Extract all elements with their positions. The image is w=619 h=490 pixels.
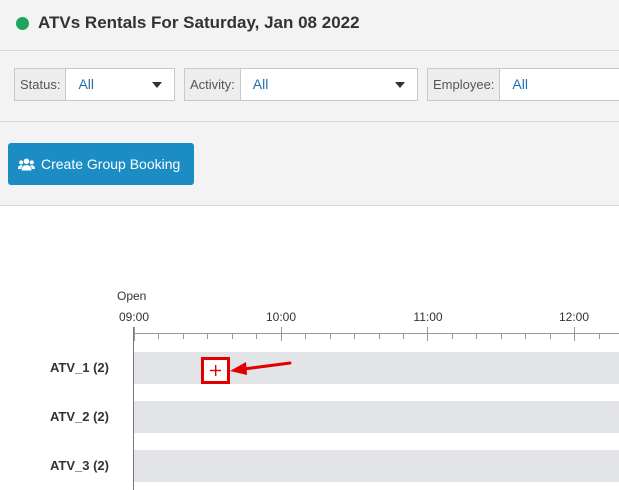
page-header: ATVs Rentals For Saturday, Jan 08 2022 (0, 0, 619, 51)
time-label: 09:00 (118, 310, 150, 324)
minor-tick (476, 333, 477, 339)
minor-tick (550, 333, 551, 339)
red-arrow-annotation (230, 361, 292, 375)
status-filter-label: Status: (15, 69, 67, 100)
major-tick (281, 327, 282, 341)
activity-filter-selected: All (252, 76, 269, 92)
employee-filter-selected: All (512, 76, 528, 92)
minor-tick (232, 333, 233, 339)
major-tick (134, 327, 135, 341)
minor-tick (330, 333, 331, 339)
employee-filter-value[interactable]: All (500, 69, 619, 100)
minor-tick (158, 333, 159, 339)
minor-tick (403, 333, 404, 339)
minor-tick (354, 333, 355, 339)
activity-filter-label: Activity: (185, 69, 241, 100)
plus-icon (210, 365, 221, 376)
minor-tick (525, 333, 526, 339)
create-group-booking-button[interactable]: Create Group Booking (8, 143, 194, 185)
add-booking-button[interactable] (201, 357, 230, 384)
atv-3-schedule-row[interactable] (134, 450, 619, 482)
chevron-down-icon[interactable] (395, 82, 405, 88)
minor-tick (183, 333, 184, 339)
row-label-atv-2: ATV_2 (2) (50, 409, 109, 424)
action-bar: Create Group Booking (0, 122, 619, 206)
users-icon (18, 158, 35, 170)
employee-filter[interactable]: Employee: All (427, 68, 619, 101)
chevron-down-icon[interactable] (152, 82, 162, 88)
timeline: Open 09:00 10:00 11:00 12:00 ATV_1 (2) A… (0, 206, 619, 490)
create-group-booking-label: Create Group Booking (41, 156, 181, 172)
time-label: 11:00 (413, 310, 443, 324)
time-label: 10:00 (265, 310, 297, 324)
minor-tick (379, 333, 380, 339)
activity-filter[interactable]: Activity: All (184, 68, 418, 101)
major-tick (574, 327, 575, 341)
minor-tick (207, 333, 208, 339)
filter-bar: Status: All Activity: All Employee: All (0, 51, 619, 122)
employee-filter-label: Employee: (428, 69, 501, 100)
open-label: Open (117, 289, 147, 303)
status-filter-selected: All (78, 76, 95, 92)
timeline-start-line (133, 327, 134, 490)
major-tick (427, 327, 428, 341)
time-label: 12:00 (558, 310, 590, 324)
activity-filter-value[interactable]: All (241, 69, 417, 100)
minor-tick (305, 333, 306, 339)
minor-tick (256, 333, 257, 339)
minor-tick (599, 333, 600, 339)
status-dot-icon (16, 17, 29, 30)
atv-2-schedule-row[interactable] (134, 401, 619, 433)
page-title: ATVs Rentals For Saturday, Jan 08 2022 (38, 13, 360, 32)
minor-tick (452, 333, 453, 339)
status-filter-value[interactable]: All (66, 69, 174, 100)
status-filter[interactable]: Status: All (14, 68, 175, 101)
row-label-atv-1: ATV_1 (2) (50, 360, 109, 375)
row-label-atv-3: ATV_3 (2) (50, 458, 109, 473)
minor-tick (501, 333, 502, 339)
